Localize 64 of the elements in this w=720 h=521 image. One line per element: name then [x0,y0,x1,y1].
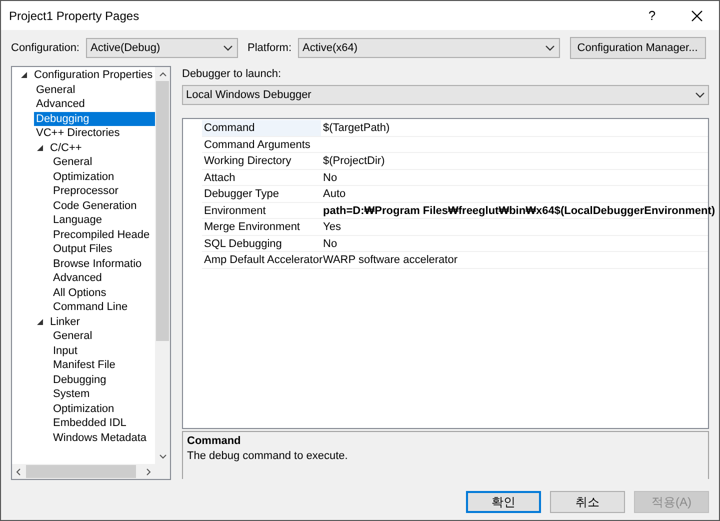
tree-item[interactable]: Precompiled Heade [51,228,155,242]
dialog-button[interactable]: 확인 [466,491,541,513]
tree-item[interactable]: System [51,387,155,402]
tree-item[interactable]: Browse Informatio [51,256,155,271]
property-value[interactable]: Auto [321,186,346,202]
close-icon[interactable] [691,10,703,22]
property-value[interactable]: $(ProjectDir) [321,153,385,168]
tree-item[interactable]: Debugging [51,372,155,387]
tree-item[interactable]: All Options [51,286,155,300]
configuration-manager-button[interactable]: Configuration Manager... [570,37,706,59]
property-value[interactable]: path=D:₩Program Files₩freeglut₩bin₩x64$(LocalDebuggerEnvironment) [321,202,716,218]
tree-item[interactable]: Debugging [34,112,155,126]
property-value[interactable]: $(TargetPath) [321,120,390,136]
chevron-down-icon [544,45,555,51]
property-value[interactable]: No [321,170,338,185]
tree-item[interactable]: General [51,329,155,344]
property-name[interactable]: Attach [202,170,321,185]
property-value[interactable]: WARP software accelerator [321,252,458,268]
tree-item[interactable]: Input [51,344,155,358]
chevron-down-icon [695,92,705,98]
description-title: Command [187,434,242,449]
property-name[interactable]: Merge Environment [202,219,321,234]
tree-item[interactable]: Configuration Properties [34,68,155,82]
tree-item[interactable]: Optimization [51,402,155,416]
platform-label: Platform: [248,40,292,56]
property-name[interactable]: SQL Debugging [202,236,321,251]
tree-item[interactable]: Advanced [51,271,155,286]
window-title: Project1 Property Pages [8,8,140,24]
tree-item[interactable]: Code Generation [51,198,155,213]
configuration-label: Configuration: [11,40,80,56]
tree-item[interactable]: Optimization [51,170,155,184]
tree-item[interactable]: C/C++ [50,140,155,155]
chevron-down-icon [222,45,232,51]
description-text: The debug command to execute. [187,449,349,464]
tree-item[interactable]: Windows Metadata [51,430,155,445]
dropdown[interactable]: Active(x64) [298,38,560,58]
vertical-scrollbar[interactable] [155,67,170,464]
horizontal-scrollbar[interactable] [12,464,170,479]
tree-item[interactable]: VC++ Directories [34,126,155,140]
tree-item[interactable]: Embedded IDL [51,416,155,430]
tree-item[interactable]: Command Line [51,300,155,314]
property-name[interactable]: Amp Default Accelerator [202,252,321,268]
property-value[interactable]: No [321,236,338,251]
debugger-dropdown[interactable]: Local Windows Debugger [182,85,709,105]
tree-item[interactable]: General [34,82,155,97]
dropdown[interactable]: Active(Debug) [86,38,238,58]
property-name[interactable]: Working Directory [202,153,321,168]
debugger-label: Debugger to launch: [182,67,282,82]
property-name[interactable]: Debugger Type [202,186,321,202]
property-name[interactable]: Command Arguments [202,136,321,152]
property-name[interactable]: Command [202,120,321,136]
scroll-thumb[interactable] [26,465,136,478]
tree-item[interactable]: Advanced [34,97,155,112]
tree-item[interactable]: Language [51,213,155,228]
scroll-thumb[interactable] [156,81,169,341]
tree-item[interactable]: Linker [50,314,155,329]
tree-item[interactable]: General [51,155,155,170]
tree-item[interactable]: Output Files [51,242,155,256]
property-name[interactable]: Environment [202,202,321,218]
dialog-button[interactable]: 취소 [550,491,625,513]
help-button[interactable]: ? [629,1,675,30]
tree-item[interactable]: Manifest File [51,358,155,372]
property-value[interactable]: Yes [321,219,341,234]
tree-item[interactable]: Preprocessor [51,184,155,198]
